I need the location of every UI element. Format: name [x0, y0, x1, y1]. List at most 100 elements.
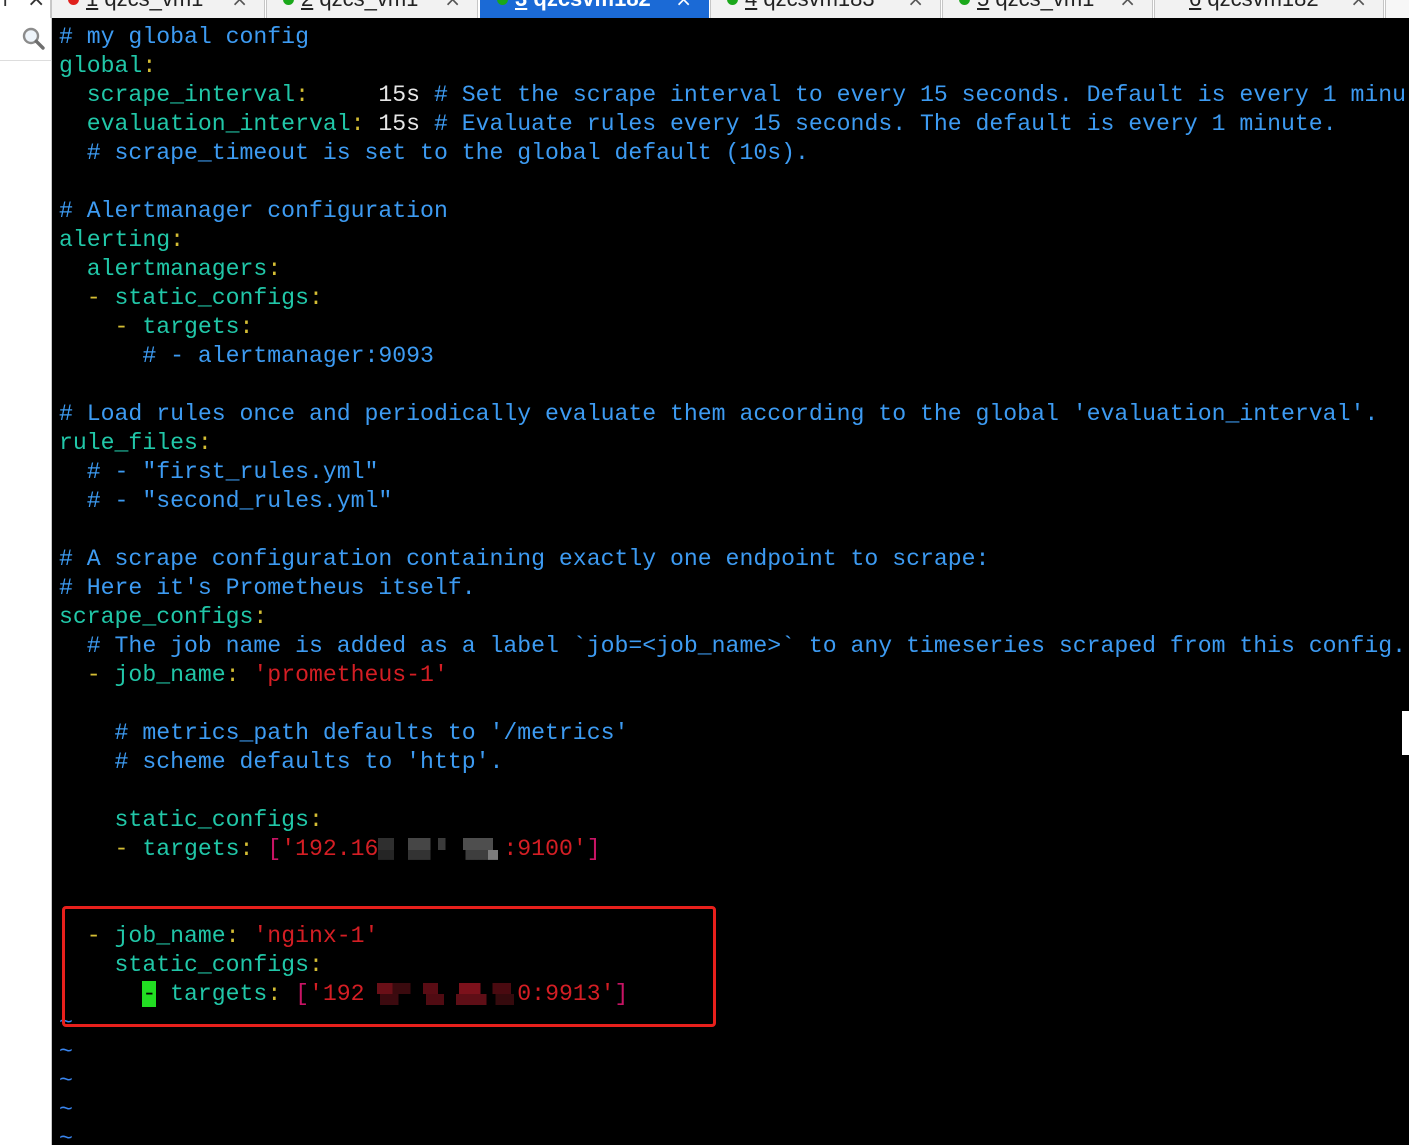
tab-close-icon[interactable]: ×: [675, 0, 692, 10]
comment-text: # Here it's Prometheus itself.: [59, 574, 476, 601]
yaml-key: rule_files: [59, 429, 198, 456]
comment-text: # my global config: [59, 23, 309, 50]
tab-number: 3: [515, 0, 527, 11]
yaml-punctuation: :: [253, 603, 268, 630]
comment-text: # - alertmanager:9093: [59, 342, 434, 369]
yaml-punctuation: -: [59, 284, 115, 311]
code-line: # - "second_rules.yml": [59, 487, 1409, 516]
yaml-key: job_name: [114, 661, 226, 688]
tab-name: qzcsvm183: [763, 0, 874, 11]
search-icon[interactable]: [21, 26, 46, 51]
code-line: # The job name is added as a label `job=…: [59, 632, 1409, 661]
tab-number: 2: [301, 0, 313, 11]
yaml-punctuation: :: [267, 255, 282, 282]
yaml-key: targets: [142, 313, 240, 340]
tab-number: 6: [1189, 0, 1201, 11]
yaml-key: alertmanagers: [59, 255, 268, 282]
yaml-punctuation: -: [59, 835, 143, 862]
comment-text: # Alertmanager configuration: [59, 197, 448, 224]
yaml-punctuation: :: [197, 429, 212, 456]
yaml-key: targets: [142, 835, 240, 862]
tab-session-6[interactable]: 6 qzcsvm182 ×: [1154, 0, 1384, 18]
yaml-bracket: [: [267, 835, 282, 862]
tab-number: 5: [977, 0, 989, 11]
yaml-punctuation: :: [308, 284, 323, 311]
comment-text: # scrape_timeout is set to the global de…: [59, 139, 809, 166]
tab-session-4[interactable]: 4 qzcsvm183 ×: [710, 0, 941, 18]
empty-line-tilde: ~: [59, 1125, 73, 1145]
code-line: # Here it's Prometheus itself.: [59, 574, 1409, 603]
code-line: ~: [59, 1038, 1409, 1067]
tab-session-2[interactable]: 2 qzcs_vm1 ×: [266, 0, 478, 18]
yaml-punctuation: :: [350, 110, 365, 137]
tab-session-5[interactable]: 5 qzcs_vm1 ×: [942, 0, 1153, 18]
code-line: ~: [59, 1067, 1409, 1096]
tab-label: 6 qzcsvm182: [1189, 0, 1319, 10]
yaml-value: 15s: [308, 81, 434, 108]
search-icon-graphic: [22, 27, 45, 50]
tab-close-icon[interactable]: ×: [231, 0, 248, 10]
new-tab-button[interactable]: +: [0, 0, 14, 11]
yaml-key: static_configs: [59, 806, 309, 833]
status-dot-icon: [959, 0, 970, 5]
comment-text: # scheme defaults to 'http'.: [59, 748, 504, 775]
code-line: global:: [59, 52, 1409, 81]
tab-number: 4: [745, 0, 757, 11]
yaml-punctuation: -: [59, 313, 143, 340]
tab-list-button[interactable]: [1385, 0, 1409, 18]
tab-number: 1: [86, 0, 98, 11]
comment-text: # Set the scrape interval to every 15 se…: [433, 81, 1407, 108]
code-line: alerting:: [59, 226, 1409, 255]
tab-label: 1 qzcs_vm1: [86, 0, 203, 10]
tab-label: 2 qzcs_vm1: [301, 0, 418, 10]
code-line: # - alertmanager:9093: [59, 342, 1409, 371]
yaml-key: evaluation_interval: [59, 110, 351, 137]
code-line: # Alertmanager configuration: [59, 197, 1409, 226]
comment-text: # metrics_path defaults to '/metrics': [59, 719, 629, 746]
yaml-punctuation: :: [308, 806, 323, 833]
yaml-string: '192.16: [281, 835, 379, 862]
code-line: static_configs:: [59, 806, 1409, 835]
tab-close-icon[interactable]: ×: [1350, 0, 1367, 10]
code-line: scrape_interval: 15s # Set the scrape in…: [59, 81, 1409, 110]
code-line: # - "first_rules.yml": [59, 458, 1409, 487]
empty-line-tilde: ~: [59, 1067, 73, 1094]
code-line: # scrape_timeout is set to the global de…: [59, 139, 1409, 168]
tab-name: qzcs_vm1: [995, 0, 1094, 11]
tab-name: qzcsvm182: [533, 0, 650, 11]
code-line: - job_name: 'prometheus-1': [59, 661, 1409, 690]
tab-bar: + × 1 qzcs_vm1 × 2 qzcs_vm1 × 3 qzcsvm18…: [0, 0, 1409, 18]
left-sidebar: [0, 18, 52, 1145]
code-line: - targets:: [59, 313, 1409, 342]
yaml-punctuation: :: [142, 52, 157, 79]
scroll-marker: [1402, 711, 1409, 755]
tab-session-3[interactable]: 3 qzcsvm182 ×: [480, 0, 709, 18]
close-button[interactable]: ×: [27, 0, 45, 11]
status-dot-icon: [727, 0, 738, 5]
yaml-key: scrape_configs: [59, 603, 254, 630]
yaml-string: 'prometheus-1': [253, 661, 448, 688]
code-line: # Load rules once and periodically evalu…: [59, 400, 1409, 429]
tab-close-icon[interactable]: ×: [444, 0, 461, 10]
tab-session-1[interactable]: 1 qzcs_vm1 ×: [51, 0, 265, 18]
yaml-value: 15s: [364, 110, 434, 137]
code-line: - static_configs:: [59, 284, 1409, 313]
code-line: # my global config: [59, 23, 1409, 52]
tab-close-icon[interactable]: ×: [907, 0, 924, 10]
empty-line-tilde: ~: [59, 1038, 73, 1065]
yaml-string: :9100': [503, 835, 587, 862]
code-line: # A scrape configuration containing exac…: [59, 545, 1409, 574]
code-line: ~: [59, 1125, 1409, 1145]
comment-text: # - "first_rules.yml": [59, 458, 379, 485]
yaml-bracket: ]: [586, 835, 601, 862]
code-line: # scheme defaults to 'http'.: [59, 748, 1409, 777]
code-line: scrape_configs:: [59, 603, 1409, 632]
tab-name: qzcsvm182: [1207, 0, 1318, 11]
tab-close-icon[interactable]: ×: [1119, 0, 1136, 10]
tab-name: qzcs_vm1: [104, 0, 203, 11]
